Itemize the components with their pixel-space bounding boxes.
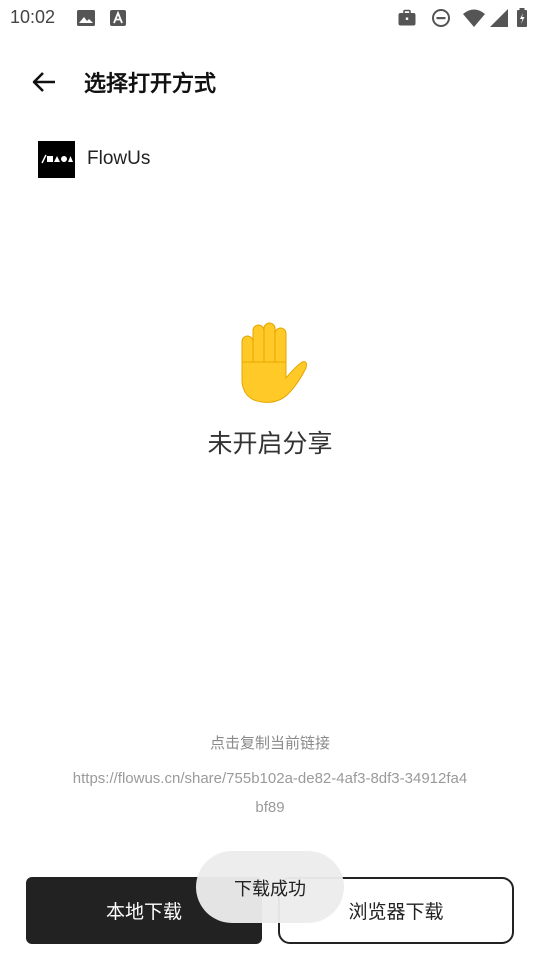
back-button[interactable] [26, 64, 62, 100]
share-url[interactable]: https://flowus.cn/share/755b102a-de82-4a… [70, 764, 470, 822]
raised-hand-icon [241, 322, 307, 403]
arrow-left-icon [32, 72, 55, 92]
wifi-icon [463, 9, 485, 27]
signal-icon [490, 9, 508, 27]
flowus-logo-icon [38, 140, 75, 178]
status-time: 10:02 [10, 7, 56, 27]
page-title: 选择打开方式 [84, 72, 217, 97]
app-name: FlowUs [87, 148, 151, 169]
briefcase-icon [398, 9, 416, 26]
toast-message: 下载成功 [196, 851, 344, 923]
empty-state-message: 未开启分享 [207, 429, 333, 458]
image-icon [77, 10, 95, 26]
app-option-flowus[interactable]: FlowUs [38, 140, 498, 178]
do-not-disturb-icon [432, 9, 450, 27]
status-bar: 10:02 [0, 0, 540, 36]
font-download-icon [110, 10, 126, 26]
battery-icon [517, 8, 527, 27]
app-bar: 选择打开方式 [0, 52, 540, 110]
copy-link-hint[interactable]: 点击复制当前链接 [0, 732, 540, 753]
